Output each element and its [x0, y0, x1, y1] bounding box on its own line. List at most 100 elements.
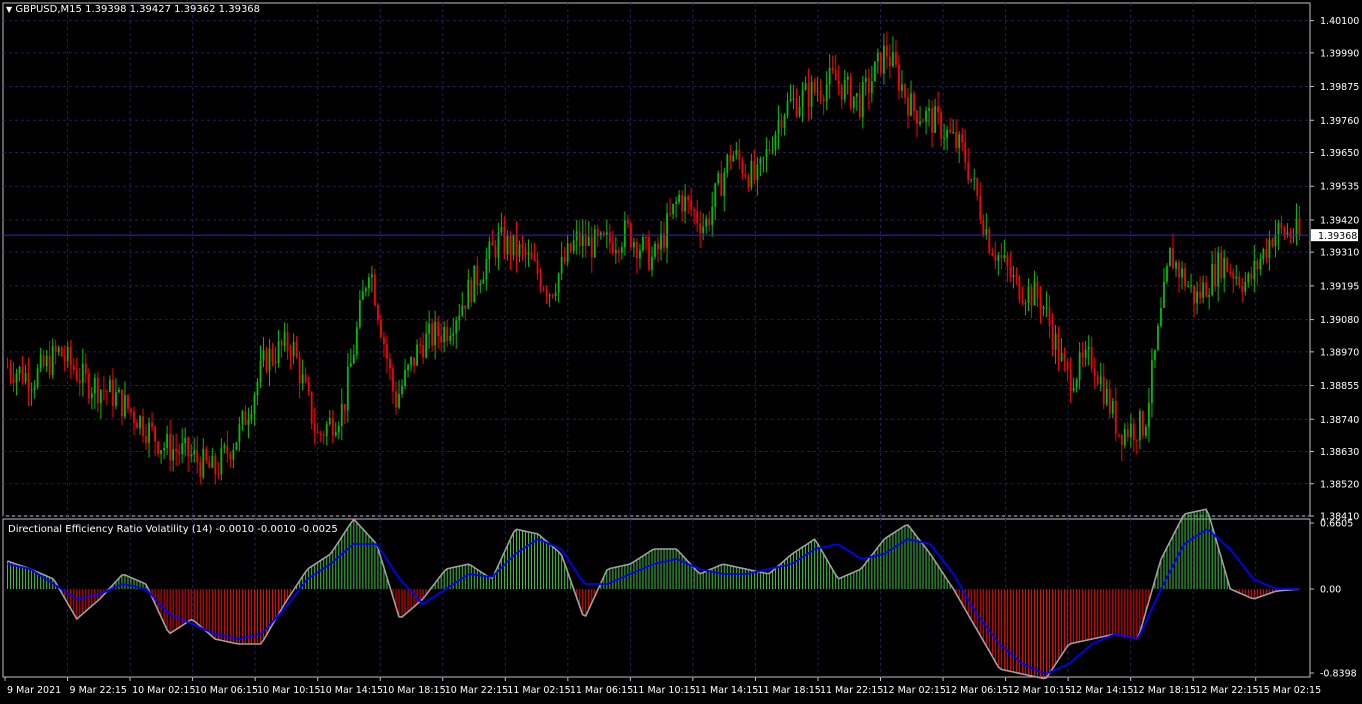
- candle-body: [895, 51, 897, 65]
- candle-body: [1181, 268, 1183, 278]
- candle-body: [876, 52, 879, 62]
- candle-body: [449, 335, 452, 341]
- candle-body: [482, 279, 485, 284]
- indicator-header: Directional Efficiency Ratio Volatility …: [8, 524, 338, 535]
- candle-body: [148, 422, 150, 443]
- price-axis-label: 1.38630: [1320, 447, 1359, 458]
- candle-body: [744, 173, 747, 177]
- chart-window[interactable]: 9 Mar 2021 9 Mar 22:15 10 Mar 02:15 10 Mar …: [0, 0, 1362, 700]
- time-axis-label: 10 Mar 02:15: [132, 685, 195, 696]
- candle-body: [1132, 423, 1135, 441]
- candle-body: [268, 348, 271, 371]
- candle-body: [425, 333, 428, 358]
- candle-body: [1096, 375, 1099, 385]
- candle-body: [786, 100, 789, 116]
- candle-body: [112, 379, 114, 406]
- candle-body: [1274, 234, 1277, 246]
- candle-body: [590, 236, 593, 258]
- candle-body: [1229, 271, 1232, 273]
- candle-body: [1135, 440, 1138, 442]
- candle-body: [913, 93, 915, 111]
- candle-body: [557, 273, 560, 293]
- candle-body: [1051, 325, 1054, 350]
- candle-body: [217, 473, 220, 475]
- candle-body: [223, 445, 226, 448]
- candle-body: [1145, 426, 1147, 436]
- candle-body: [768, 148, 771, 151]
- candle-body: [651, 256, 653, 270]
- candle-body: [39, 355, 42, 369]
- price-axis-label: 1.39195: [1320, 281, 1359, 292]
- ohlc-label: 1.39398 1.39427 1.39362 1.39368: [85, 4, 261, 15]
- price-axis-label: 1.38855: [1320, 381, 1359, 392]
- candle-body: [1081, 352, 1084, 358]
- candle-body: [723, 172, 726, 196]
- candle-body: [527, 252, 530, 255]
- candle-body: [633, 242, 635, 248]
- candle-body: [407, 364, 409, 371]
- candle-body: [63, 356, 66, 361]
- candle-body: [380, 319, 382, 338]
- candle-body: [1030, 286, 1033, 306]
- time-axis-label: 10 Mar 06:15: [195, 685, 258, 696]
- candle-body: [813, 81, 816, 92]
- candle-body: [1129, 423, 1132, 438]
- candle-body: [166, 434, 169, 449]
- candle-body: [1166, 266, 1168, 282]
- chart-canvas[interactable]: 9 Mar 2021 9 Mar 22:15 10 Mar 02:15 10 Mar …: [0, 0, 1362, 700]
- candle-body: [283, 332, 286, 347]
- candle-body: [1021, 300, 1024, 303]
- candle-body: [979, 196, 982, 220]
- candle-body: [1048, 306, 1051, 326]
- candle-body: [383, 337, 385, 344]
- candle-body: [419, 344, 421, 346]
- candle-body: [816, 91, 819, 93]
- candle-body: [473, 265, 476, 303]
- candle-body: [1057, 333, 1060, 361]
- candle-body: [952, 131, 955, 133]
- candle-body: [551, 294, 554, 296]
- candle-body: [1283, 227, 1286, 236]
- candle-body: [21, 366, 24, 382]
- candle-body: [500, 227, 503, 233]
- candle-body: [416, 344, 418, 366]
- candle-body: [404, 370, 406, 387]
- candle-body: [1105, 388, 1108, 405]
- candle-body: [96, 377, 99, 403]
- candle-body: [1178, 262, 1180, 278]
- candle-body: [578, 231, 581, 246]
- candle-body: [253, 395, 256, 414]
- candle-body: [545, 289, 548, 297]
- candle-body: [750, 160, 753, 188]
- candle-body: [795, 98, 798, 116]
- candle-body: [1009, 266, 1012, 278]
- candle-body: [548, 294, 551, 297]
- price-axis-label: 1.39650: [1320, 148, 1359, 159]
- candle-body: [699, 223, 702, 234]
- candle-body: [78, 380, 81, 383]
- candle-body: [1259, 259, 1262, 270]
- candle-body: [1015, 274, 1018, 277]
- candle-body: [831, 67, 834, 71]
- price-axis-label: 1.39535: [1320, 182, 1359, 193]
- candle-body: [1036, 281, 1039, 298]
- candle-body: [145, 436, 147, 443]
- candle-body: [976, 178, 979, 197]
- candle-body: [1280, 223, 1283, 228]
- candle-body: [109, 379, 111, 393]
- candle-body: [533, 258, 536, 260]
- candle-body: [753, 160, 756, 180]
- candle-body: [127, 395, 129, 409]
- candle-body: [1211, 263, 1214, 296]
- collapse-triangle-icon[interactable]: ▼: [6, 5, 12, 14]
- time-axis-label: 10 Mar 14:15: [320, 685, 383, 696]
- candle-body: [530, 252, 533, 259]
- candle-body: [1298, 218, 1301, 236]
- candle-body: [991, 252, 994, 256]
- candle-body: [1175, 262, 1177, 269]
- candle-body: [398, 394, 400, 408]
- candle-body: [1033, 281, 1036, 306]
- candle-body: [1090, 346, 1093, 369]
- candle-body: [717, 173, 720, 184]
- candle-body: [738, 149, 741, 161]
